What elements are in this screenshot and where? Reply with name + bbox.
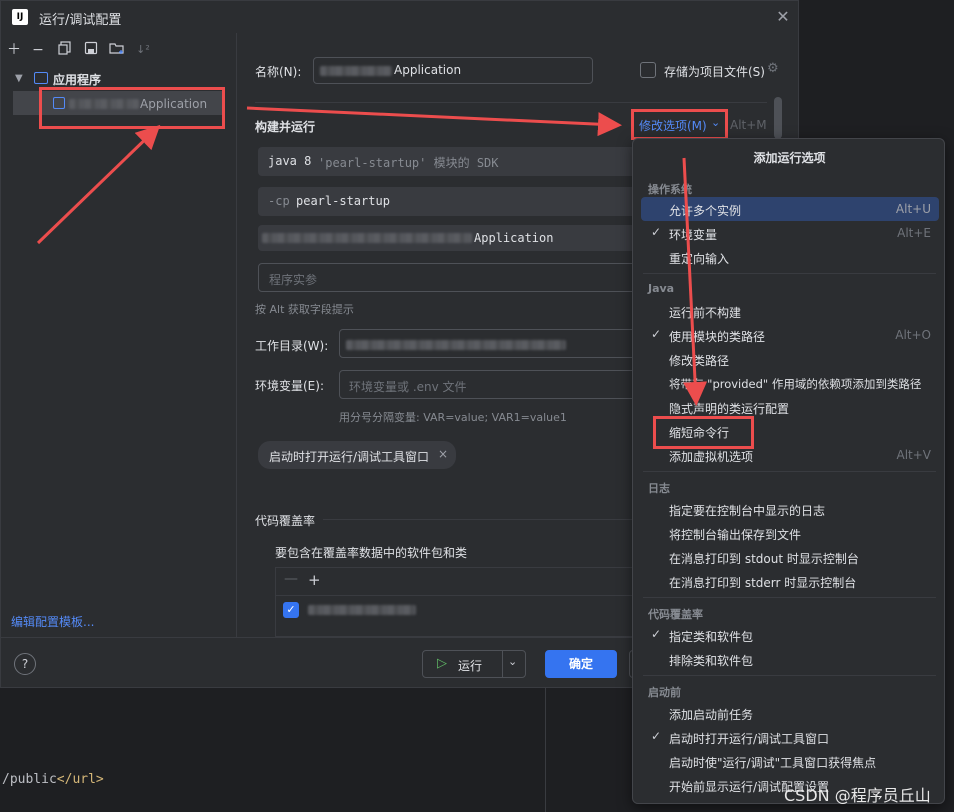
annotation-arrows <box>36 106 708 406</box>
arrow-to-shorten-cmdline <box>682 157 708 406</box>
arrow-to-tree-item <box>36 124 161 245</box>
arrow-to-modify-options <box>246 106 622 137</box>
watermark: CSDN @程序员丘山 <box>784 786 931 805</box>
